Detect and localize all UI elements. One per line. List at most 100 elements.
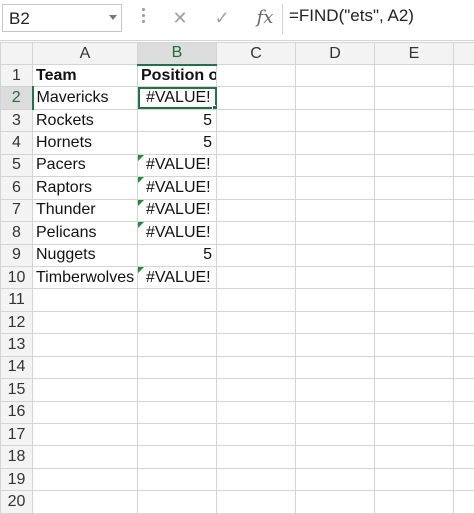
- row-header[interactable]: 9: [0, 243, 33, 267]
- cell[interactable]: [137, 333, 217, 357]
- row-header[interactable]: 7: [0, 198, 33, 223]
- cell[interactable]: [453, 467, 474, 492]
- cell[interactable]: [137, 355, 217, 380]
- cell[interactable]: [453, 265, 474, 290]
- fill-handle[interactable]: [212, 104, 216, 109]
- cell-a6[interactable]: Raptors: [32, 176, 138, 200]
- cell[interactable]: [374, 198, 454, 223]
- cell[interactable]: [295, 86, 375, 110]
- cell-b6-error[interactable]: #VALUE!: [137, 176, 217, 200]
- cell-b1[interactable]: Position of "ets": [137, 63, 217, 88]
- cell[interactable]: [295, 310, 375, 335]
- row-header[interactable]: 5: [0, 153, 33, 178]
- cell[interactable]: [453, 153, 474, 178]
- cell-b7-error[interactable]: #VALUE!: [137, 198, 217, 223]
- cell-a7[interactable]: Thunder: [32, 198, 138, 223]
- cell[interactable]: [216, 310, 296, 335]
- cell[interactable]: [137, 400, 217, 425]
- more-options-icon[interactable]: [142, 8, 145, 28]
- row-header[interactable]: 13: [0, 333, 33, 357]
- cell[interactable]: [295, 153, 375, 178]
- cell[interactable]: [453, 400, 474, 425]
- cell[interactable]: [374, 153, 454, 178]
- cell[interactable]: [295, 490, 375, 514]
- cell[interactable]: [453, 108, 474, 133]
- cell-a2[interactable]: Mavericks: [32, 86, 138, 110]
- cell-b4[interactable]: 5: [137, 131, 217, 155]
- row-header[interactable]: 15: [0, 378, 33, 402]
- row-header[interactable]: 16: [0, 400, 33, 425]
- cell[interactable]: [216, 467, 296, 492]
- cell[interactable]: [453, 490, 474, 514]
- cell[interactable]: [374, 333, 454, 357]
- cell[interactable]: [374, 176, 454, 200]
- cancel-icon[interactable]: ✕: [166, 6, 194, 30]
- insert-function-icon[interactable]: fx: [251, 5, 279, 31]
- cell[interactable]: [374, 422, 454, 447]
- cell[interactable]: [295, 445, 375, 469]
- cell[interactable]: [374, 243, 454, 267]
- cell[interactable]: [453, 310, 474, 335]
- row-header[interactable]: 2: [0, 86, 34, 110]
- cell-a9[interactable]: Nuggets: [32, 243, 138, 267]
- cell-a4[interactable]: Hornets: [32, 131, 138, 155]
- cell-a3[interactable]: Rockets: [32, 108, 138, 133]
- cell[interactable]: [32, 422, 138, 447]
- cell[interactable]: [32, 400, 138, 425]
- cell[interactable]: [216, 333, 296, 357]
- cell[interactable]: [453, 86, 474, 110]
- cell[interactable]: [216, 422, 296, 447]
- cell[interactable]: [32, 288, 138, 312]
- cell[interactable]: [216, 63, 296, 88]
- cell[interactable]: [216, 445, 296, 469]
- cell[interactable]: [216, 108, 296, 133]
- cell[interactable]: [137, 378, 217, 402]
- cell[interactable]: [295, 400, 375, 425]
- cell[interactable]: [216, 265, 296, 290]
- cell[interactable]: [374, 131, 454, 155]
- cell[interactable]: [216, 221, 296, 245]
- cell[interactable]: [216, 198, 296, 223]
- cell[interactable]: [453, 243, 474, 267]
- row-header[interactable]: 18: [0, 445, 33, 469]
- cell[interactable]: [295, 63, 375, 88]
- cell[interactable]: [295, 221, 375, 245]
- row-header[interactable]: 8: [0, 221, 33, 245]
- cell[interactable]: [374, 490, 454, 514]
- cell[interactable]: [295, 333, 375, 357]
- row-header[interactable]: 3: [0, 108, 33, 133]
- cell-b3[interactable]: 5: [137, 108, 217, 133]
- column-header-b[interactable]: B: [137, 42, 217, 66]
- cell[interactable]: [137, 445, 217, 469]
- cell[interactable]: [453, 221, 474, 245]
- cell[interactable]: [137, 467, 217, 492]
- cell[interactable]: [32, 333, 138, 357]
- row-header[interactable]: 14: [0, 355, 33, 380]
- cell[interactable]: [216, 288, 296, 312]
- cell[interactable]: [374, 467, 454, 492]
- cell[interactable]: [295, 131, 375, 155]
- cell[interactable]: [216, 176, 296, 200]
- cell[interactable]: [374, 400, 454, 425]
- cell[interactable]: [374, 288, 454, 312]
- column-header-c[interactable]: C: [216, 42, 296, 65]
- row-header[interactable]: 12: [0, 310, 33, 335]
- cell[interactable]: [32, 445, 138, 469]
- cell-a1[interactable]: Team: [32, 63, 138, 88]
- cell[interactable]: [295, 265, 375, 290]
- enter-icon[interactable]: ✓: [208, 6, 236, 30]
- cell[interactable]: [374, 108, 454, 133]
- cell[interactable]: [216, 86, 296, 110]
- cell[interactable]: [374, 63, 454, 88]
- cell[interactable]: [216, 400, 296, 425]
- cell[interactable]: [216, 243, 296, 267]
- select-all-corner[interactable]: [0, 42, 33, 65]
- cell[interactable]: [453, 63, 474, 88]
- cell[interactable]: [216, 355, 296, 380]
- cell-b2-selected[interactable]: #VALUE!: [137, 86, 217, 110]
- row-header[interactable]: 11: [0, 288, 33, 312]
- cell[interactable]: [295, 422, 375, 447]
- cell[interactable]: [216, 153, 296, 178]
- cell[interactable]: [32, 490, 138, 514]
- cell-a8[interactable]: Pelicans: [32, 221, 138, 245]
